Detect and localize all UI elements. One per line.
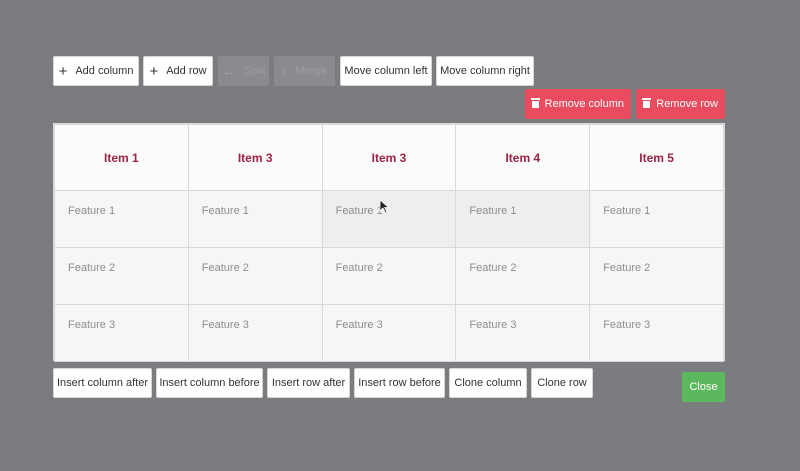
- table-cell[interactable]: Feature 1: [455, 190, 591, 248]
- add-column-button[interactable]: + Add column: [53, 56, 139, 86]
- header-cell[interactable]: Item 5: [589, 124, 724, 191]
- table-cell[interactable]: Feature 2: [54, 247, 189, 305]
- remove-row-button[interactable]: Remove row: [636, 89, 725, 119]
- table-row: Feature 3 Feature 3 Feature 3 Feature 3 …: [54, 304, 724, 362]
- table-cell[interactable]: Feature 3: [455, 304, 591, 362]
- clone-row-label: Clone row: [537, 377, 587, 389]
- merge-icon: ‹: [282, 62, 288, 80]
- insert-column-after-label: Insert column after: [56, 377, 149, 389]
- mouse-pointer-icon: [379, 199, 390, 214]
- header-row: Item 1 Item 3 Item 3 Item 4 Item 5: [54, 124, 724, 191]
- insert-row-before-label: Insert row before: [358, 377, 441, 389]
- insert-row-after-label: Insert row after: [271, 377, 346, 389]
- move-column-left-label: Move column left: [344, 65, 428, 77]
- clone-column-label: Clone column: [454, 377, 522, 389]
- move-column-left-button[interactable]: Move column left: [340, 56, 432, 86]
- close-label: Close: [689, 381, 718, 393]
- table-cell[interactable]: Feature 2: [321, 247, 457, 305]
- header-cell[interactable]: Item 4: [455, 124, 591, 191]
- split-button[interactable]: ↔ Split: [218, 56, 269, 86]
- header-cell[interactable]: Item 1: [54, 124, 189, 191]
- table-cell[interactable]: Feature 1: [589, 190, 724, 248]
- table-cell[interactable]: Feature 1: [54, 190, 189, 248]
- merge-button[interactable]: ‹ Merge: [274, 56, 335, 86]
- insert-column-before-button[interactable]: Insert column before: [156, 368, 263, 398]
- close-button[interactable]: Close: [682, 372, 725, 402]
- insert-row-after-button[interactable]: Insert row after: [267, 368, 350, 398]
- insert-row-before-button[interactable]: Insert row before: [354, 368, 445, 398]
- table-cell[interactable]: Feature 3: [321, 304, 457, 362]
- clone-column-button[interactable]: Clone column: [449, 368, 527, 398]
- table-cell[interactable]: Feature 2: [187, 247, 323, 305]
- clone-row-button[interactable]: Clone row: [531, 368, 593, 398]
- add-row-label: Add row: [166, 65, 207, 77]
- table-cell[interactable]: Feature 2: [455, 247, 591, 305]
- header-cell[interactable]: Item 3: [187, 124, 323, 191]
- add-row-button[interactable]: + Add row: [143, 56, 213, 86]
- table-cell[interactable]: Feature 1: [187, 190, 323, 248]
- header-cell[interactable]: Item 3: [321, 124, 457, 191]
- comparison-table: Item 1 Item 3 Item 3 Item 4 Item 5 Featu…: [53, 123, 725, 362]
- add-column-label: Add column: [75, 65, 134, 77]
- table-row: Feature 2 Feature 2 Feature 2 Feature 2 …: [54, 247, 724, 305]
- split-icon: ↔: [221, 62, 237, 80]
- table-cell[interactable]: Feature 3: [187, 304, 323, 362]
- table-cell[interactable]: Feature 3: [54, 304, 189, 362]
- trash-icon: [641, 98, 652, 108]
- move-column-right-label: Move column right: [440, 65, 530, 77]
- move-column-right-button[interactable]: Move column right: [436, 56, 534, 86]
- plus-icon: +: [58, 62, 68, 80]
- table-editor: + Add column + Add row ↔ Split ‹ Merge M…: [0, 0, 800, 471]
- merge-label: Merge: [295, 65, 327, 77]
- insert-column-after-button[interactable]: Insert column after: [53, 368, 152, 398]
- plus-icon: +: [149, 62, 159, 80]
- insert-column-before-label: Insert column before: [159, 377, 260, 389]
- remove-column-button[interactable]: Remove column: [525, 89, 631, 119]
- split-label: Split: [244, 65, 266, 77]
- remove-column-label: Remove column: [544, 98, 624, 110]
- table-cell[interactable]: Feature 3: [589, 304, 724, 362]
- remove-row-label: Remove row: [656, 98, 718, 110]
- trash-icon: [531, 98, 539, 108]
- table-cell[interactable]: Feature 2: [589, 247, 724, 305]
